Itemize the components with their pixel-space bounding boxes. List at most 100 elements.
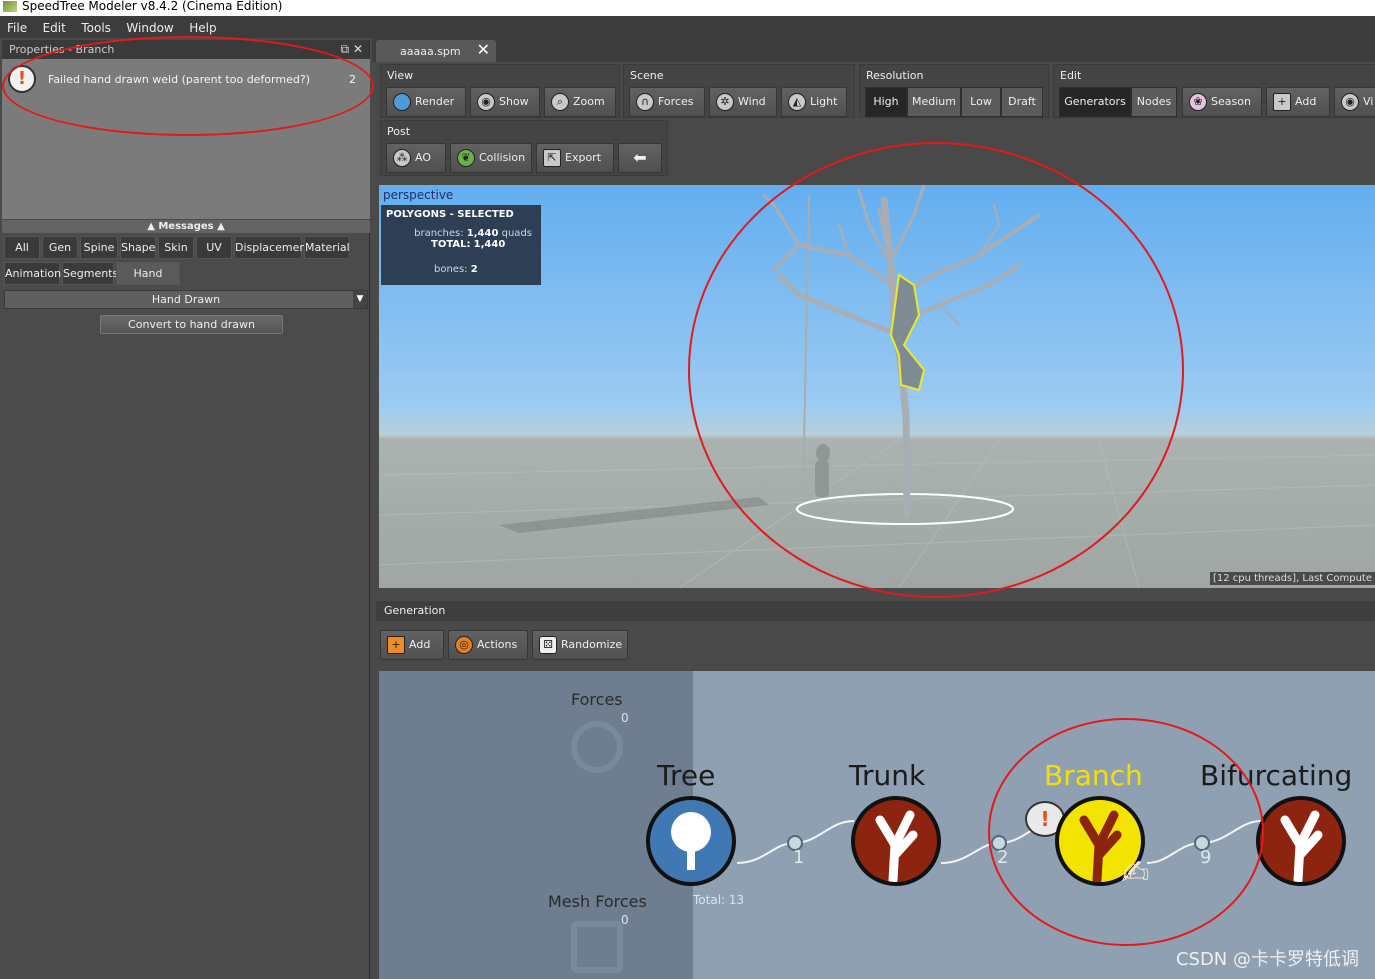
generator-graph[interactable]: Forces 0 Mesh Forces 0 Total: 13 Tree 1 … <box>379 671 1375 979</box>
render-button[interactable]: Render <box>386 87 466 117</box>
zoom-button[interactable]: ⌕ Zoom <box>544 87 616 117</box>
collision-button-label: Collision <box>479 151 526 164</box>
actions-button[interactable]: ◎ Actions <box>448 630 528 660</box>
tab-uv[interactable]: UV <box>196 236 232 259</box>
scene-group: Scene ∩ Forces ✲ Wind ◭ Light <box>623 64 855 118</box>
branches-value: 1,440 <box>466 228 499 239</box>
ao-button-label: AO <box>415 151 431 164</box>
view-eye-button[interactable]: ◉ Vi <box>1334 87 1375 117</box>
ao-spheres-icon: ⁂ <box>393 149 411 167</box>
properties-header: Properties - Branch ⧉ ✕ <box>2 40 369 59</box>
bones-label: bones: <box>434 264 468 275</box>
tab-spine[interactable]: Spine <box>80 236 118 259</box>
tab-segments[interactable]: Segments <box>62 262 118 285</box>
section-select[interactable]: Hand Drawn ▼ <box>4 290 368 309</box>
menu-window[interactable]: Window <box>119 16 178 35</box>
show-button-label: Show <box>499 95 529 108</box>
message-item[interactable]: ! Failed hand drawn weld (parent too def… <box>2 59 370 99</box>
close-tab-icon[interactable]: ✕ <box>477 40 490 59</box>
main-toolbar: View Render ◉ Show ⌕ Zoom Scene ∩ Forces ✲ W… <box>376 62 1375 184</box>
view-group-label: View <box>387 69 414 82</box>
node-title-tree: Tree <box>657 759 716 792</box>
tab-skin[interactable]: Skin <box>158 236 194 259</box>
season-button-label: Season <box>1211 95 1251 108</box>
resolution-high[interactable]: High <box>865 87 907 117</box>
menu-edit[interactable]: Edit <box>36 16 71 35</box>
stats-title: POLYGONS - SELECTED <box>386 209 514 220</box>
view-group: View Render ◉ Show ⌕ Zoom <box>380 64 620 118</box>
add-button-label: Add <box>1295 95 1317 108</box>
menu-file[interactable]: File <box>0 16 32 35</box>
messages-splitter[interactable]: ▲ Messages ▲ <box>2 220 370 233</box>
tab-gen[interactable]: Gen <box>42 236 78 259</box>
tab-displacement[interactable]: Displacement <box>234 236 311 259</box>
convert-to-hand-drawn-button[interactable]: Convert to hand drawn <box>100 315 283 334</box>
export-button-label: Export <box>565 151 602 164</box>
document-tabbar: aaaaa.spm ✕ <box>372 38 1375 62</box>
resolution-medium[interactable]: Medium <box>907 87 961 117</box>
actions-icon: ◎ <box>455 636 473 654</box>
document-tab[interactable]: aaaaa.spm ✕ <box>376 40 496 62</box>
3d-viewport[interactable]: perspective POLYGONS - SELECTED branches… <box>379 185 1375 588</box>
light-button[interactable]: ◭ Light <box>781 87 847 117</box>
render-button-label: Render <box>415 95 455 108</box>
lamp-icon: ◭ <box>788 93 806 111</box>
node-title-branch: Branch <box>1044 759 1143 792</box>
window-title: SpeedTree Modeler v8.4.2 (Cinema Edition… <box>22 0 283 13</box>
forces-button[interactable]: ∩ Forces <box>629 87 705 117</box>
resolution-draft[interactable]: Draft <box>1001 87 1043 117</box>
tab-hand-drawn[interactable]: Hand Drawn <box>116 262 180 301</box>
stats-overlay: POLYGONS - SELECTED branches: 1,440 quad… <box>381 205 541 285</box>
app-logo-icon <box>3 1 17 12</box>
magnifier-icon: ⌕ <box>551 93 569 111</box>
edit-generators[interactable]: Generators <box>1059 87 1131 117</box>
menu-bar: File Edit Tools Window Help <box>0 16 1375 38</box>
add-button[interactable]: + Add <box>1266 87 1330 117</box>
generation-toolbar: + Add ◎ Actions ⚄ Randomize <box>376 621 1375 671</box>
back-arrow-icon[interactable]: ⬅ <box>618 143 662 173</box>
node-out-count-tree: 1 <box>793 847 805 868</box>
dice-icon: ⚄ <box>539 636 557 654</box>
undock-icon[interactable]: ⧉ <box>341 42 350 56</box>
close-icon[interactable]: ✕ <box>353 42 363 56</box>
forces-button-label: Forces <box>658 95 694 108</box>
edit-nodes[interactable]: Nodes <box>1131 87 1177 117</box>
chevron-down-icon: ▼ <box>353 291 367 308</box>
menu-tools[interactable]: Tools <box>74 16 116 35</box>
message-count: 2 <box>349 73 356 86</box>
gen-add-button[interactable]: + Add <box>380 630 444 660</box>
wind-button[interactable]: ✲ Wind <box>709 87 777 117</box>
randomize-button[interactable]: ⚄ Randomize <box>532 630 628 660</box>
hand-drawn-icon: ✍ <box>1121 853 1150 893</box>
export-button[interactable]: ⇱ Export <box>536 143 614 173</box>
view-eye-button-label: Vi <box>1363 95 1374 108</box>
fan-icon: ✲ <box>716 93 734 111</box>
resolution-group-label: Resolution <box>866 69 924 82</box>
season-button[interactable]: ❀ Season <box>1182 87 1262 117</box>
edit-group-label: Edit <box>1060 69 1082 82</box>
node-tree[interactable] <box>646 796 736 886</box>
compute-status: [12 cpu threads], Last Compute <box>1209 572 1375 585</box>
post-group-label: Post <box>387 125 411 138</box>
node-bifurcating[interactable] <box>1256 796 1346 886</box>
edit-group: Edit Generators Nodes ❀ Season + Add ◉ Vi <box>1053 64 1375 118</box>
ao-button[interactable]: ⁂ AO <box>386 143 446 173</box>
scene-group-label: Scene <box>630 69 664 82</box>
branches-unit: quads <box>501 228 532 239</box>
message-list: ! Failed hand drawn weld (parent too def… <box>2 59 370 219</box>
show-button[interactable]: ◉ Show <box>470 87 540 117</box>
tab-material[interactable]: Material <box>304 236 350 259</box>
collision-button[interactable]: ❦ Collision <box>450 143 532 173</box>
section-select-value: Hand Drawn <box>151 293 221 306</box>
light-button-label: Light <box>810 95 838 108</box>
message-text: Failed hand drawn weld (parent too defor… <box>48 73 310 86</box>
generation-header: Generation <box>376 601 1375 621</box>
menu-help[interactable]: Help <box>182 16 221 35</box>
node-trunk[interactable] <box>851 796 941 886</box>
total-value: 1,440 <box>473 239 506 250</box>
node-out-count-trunk: 2 <box>997 847 1009 868</box>
tab-animation[interactable]: Animation <box>4 262 61 285</box>
tab-all[interactable]: All <box>4 236 40 259</box>
tab-shape[interactable]: Shape <box>120 236 156 259</box>
resolution-low[interactable]: Low <box>961 87 1001 117</box>
